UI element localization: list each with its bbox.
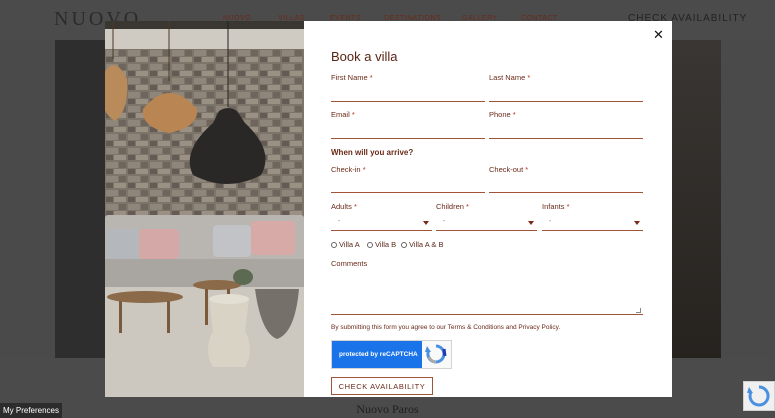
children-label: Children * [436, 202, 469, 211]
infants-chevron-down-icon [634, 221, 640, 225]
check-availability-button[interactable]: CHECK AVAILABILITY [331, 377, 433, 395]
villa-lounge-photo [105, 21, 304, 397]
hero-image-edge [672, 40, 721, 358]
villa-b-radio[interactable]: Villa B [367, 240, 396, 249]
villa-a-and-b-radio[interactable]: Villa A & B [401, 240, 443, 249]
comments-label: Comments [331, 259, 368, 268]
checkout-label: Check-out * [489, 165, 529, 174]
consent-text: By submitting this form you agree to our… [331, 324, 561, 331]
email-field[interactable] [331, 138, 485, 139]
first-name-label: First Name * [331, 73, 373, 82]
checkin-field[interactable] [331, 192, 485, 193]
infants-select-value: - [549, 218, 552, 225]
recaptcha-widget[interactable]: protected by reCAPTCHA [331, 340, 452, 369]
phone-label: Phone * [489, 110, 516, 119]
lounge-illustration [105, 21, 304, 397]
children-select-value: - [443, 218, 446, 225]
page-subtitle: Nuovo Paros [356, 402, 419, 416]
adults-select[interactable] [331, 230, 432, 231]
recaptcha-label: protected by reCAPTCHA [332, 341, 422, 368]
resize-handle-icon[interactable] [636, 308, 641, 313]
recaptcha-badge-icon[interactable] [743, 381, 775, 411]
infants-label: Infants * [542, 202, 570, 211]
children-chevron-down-icon [528, 221, 534, 225]
email-label: Email * [331, 110, 355, 119]
last-name-label: Last Name * [489, 73, 531, 82]
recaptcha-icon [424, 343, 449, 366]
modal-title: Book a villa [331, 49, 398, 64]
comments-textarea[interactable] [331, 271, 643, 315]
infants-select[interactable] [542, 230, 643, 231]
arrival-question: When will you arrive? [331, 148, 414, 157]
checkin-label: Check-in * [331, 165, 366, 174]
adults-label: Adults * [331, 202, 357, 211]
close-icon[interactable]: ✕ [653, 27, 664, 43]
my-preferences-button[interactable]: My Preferences [0, 403, 62, 418]
children-select[interactable] [436, 230, 537, 231]
phone-field[interactable] [489, 138, 643, 139]
adults-select-value: - [338, 218, 341, 225]
adults-chevron-down-icon [423, 221, 429, 225]
villa-a-radio[interactable]: Villa A [331, 240, 360, 249]
last-name-field[interactable] [489, 101, 643, 102]
booking-modal: ✕ Book a villa First Name * Last Name * … [105, 21, 672, 397]
checkout-field[interactable] [489, 192, 643, 193]
first-name-field[interactable] [331, 101, 485, 102]
booking-form: Book a villa First Name * Last Name * Em… [331, 21, 646, 397]
